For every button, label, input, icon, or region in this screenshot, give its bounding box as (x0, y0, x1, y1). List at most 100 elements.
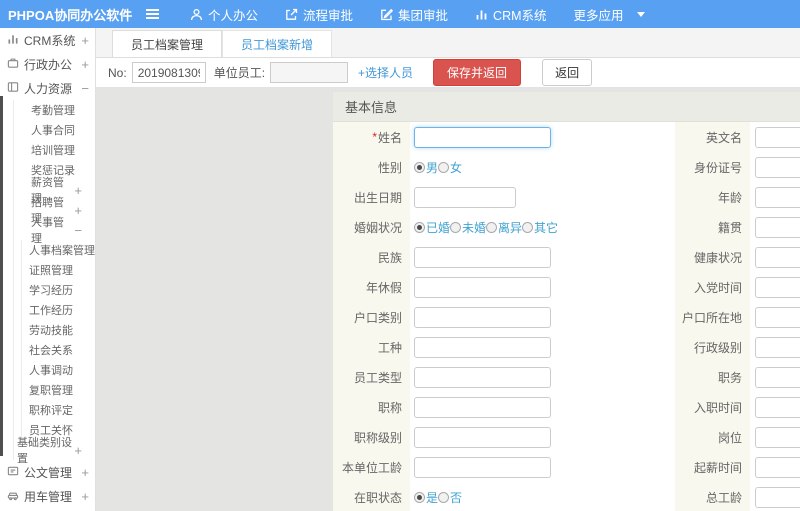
annual-leave-input[interactable] (414, 276, 551, 298)
name-input[interactable] (414, 126, 551, 148)
hr-submenu: 考勤管理 人事合同 培训管理 奖惩记录 薪资管理 + 招聘管理 + 人事管理 − 人事… (13, 100, 95, 465)
hire-date-input[interactable] (755, 396, 800, 418)
birth-date-input[interactable] (414, 186, 516, 208)
sidebar-item-admin-office[interactable]: 行政办公 + (0, 52, 95, 76)
field-label: 职称 (333, 392, 410, 422)
field-label: 年休假 (333, 272, 410, 302)
sidebar-item-transfer[interactable]: 人事调动 (22, 360, 95, 380)
sidebar-item-vehicle[interactable]: 用车管理 + (0, 484, 95, 508)
sidebar-scrollbar[interactable] (0, 96, 3, 456)
radio-yes[interactable] (414, 491, 425, 503)
nav-item-group-approval[interactable]: 集团审批 (380, 5, 448, 24)
tab-employee-archive-mgmt[interactable]: 员工档案管理 (112, 30, 223, 57)
return-button[interactable]: 返回 (542, 59, 593, 86)
radio-female[interactable] (438, 161, 450, 173)
sidebar-item-reinstate[interactable]: 复职管理 (22, 380, 95, 400)
car-icon (7, 489, 24, 504)
select-person-link[interactable]: +选择人员 (358, 64, 413, 81)
field-label: 性别 (333, 152, 410, 182)
expand-icon[interactable]: + (74, 444, 82, 457)
radio-divorced[interactable] (486, 221, 498, 233)
gender-radio-group: 男 女 (410, 152, 675, 182)
marital-radio-group: 已婚 未婚 离异 其它 (410, 212, 675, 242)
radio-unmarried[interactable] (450, 221, 462, 233)
health-status-input[interactable] (755, 246, 800, 268)
company-seniority-input[interactable] (414, 456, 551, 478)
sidebar-item-labor-skill[interactable]: 劳动技能 (22, 320, 95, 340)
native-place-input[interactable] (755, 216, 800, 238)
sidebar-item-personnel-mgmt[interactable]: 人事管理 − (14, 217, 95, 245)
field-label: 起薪时间 (675, 452, 750, 482)
sidebar-item-education[interactable]: 学习经历 (22, 280, 95, 300)
employee-type-input[interactable] (414, 366, 551, 388)
bar-chart-icon (475, 8, 488, 21)
job-title-input[interactable] (414, 396, 551, 418)
sidebar-item-hr-contract[interactable]: 人事合同 (14, 120, 95, 140)
sidebar-item-attendance[interactable]: 考勤管理 (14, 100, 95, 120)
nav-item-crm[interactable]: CRM系统 (475, 5, 547, 24)
field-label: 本单位工龄 (333, 452, 410, 482)
field-label: 工种 (333, 332, 410, 362)
household-type-input[interactable] (414, 306, 551, 328)
hamburger-menu-icon[interactable] (142, 5, 163, 23)
expand-icon[interactable]: + (81, 34, 89, 47)
household-location-input[interactable] (755, 306, 800, 328)
party-join-date-input[interactable] (755, 276, 800, 298)
field-label: 婚姻状况 (333, 212, 410, 242)
field-label: 入党时间 (675, 272, 750, 302)
sidebar-item-hr[interactable]: 人力资源 − (0, 76, 95, 100)
no-input[interactable] (131, 62, 206, 83)
salary-start-date-input[interactable] (755, 456, 800, 478)
unit-employee-label: 单位员工: (213, 66, 266, 80)
id-number-input[interactable] (755, 156, 800, 178)
total-seniority-input[interactable] (755, 486, 800, 508)
save-and-return-button[interactable]: 保存并返回 (433, 59, 522, 86)
radio-other[interactable] (522, 221, 534, 233)
radio-no[interactable] (438, 491, 450, 503)
collapse-icon[interactable]: − (81, 82, 89, 95)
form-row: 职称 入职时间 (333, 392, 800, 422)
employment-status-radio-group: 是 否 (410, 482, 675, 511)
tab-employee-archive-new[interactable]: 员工档案新增 (222, 30, 333, 57)
age-input[interactable] (755, 186, 800, 208)
sidebar-item-personnel-archive[interactable]: 人事档案管理 (22, 240, 95, 260)
sidebar-item-crm[interactable]: CRM系统 + (0, 28, 95, 52)
ethnicity-input[interactable] (414, 246, 551, 268)
top-navbar: PHPOA协同办公软件 个人办公 流程审批 集团审批 CRM系统 更多应用 (0, 0, 800, 28)
english-name-input[interactable] (755, 126, 800, 148)
post-input[interactable] (755, 426, 800, 448)
sidebar-item-certificates[interactable]: 证照管理 (22, 260, 95, 280)
position-input[interactable] (755, 366, 800, 388)
expand-icon[interactable]: + (74, 204, 82, 217)
sidebar-item-training[interactable]: 培训管理 (14, 140, 95, 160)
nav-item-personal-office[interactable]: 个人办公 (190, 5, 258, 24)
admin-level-input[interactable] (755, 336, 800, 358)
field-label: 在职状态 (333, 482, 410, 511)
nav-item-more-apps[interactable]: 更多应用 (574, 5, 645, 24)
field-label: 行政级别 (675, 332, 750, 362)
expand-icon[interactable]: + (81, 58, 89, 71)
document-icon (7, 465, 24, 480)
nav-item-flow-approval[interactable]: 流程审批 (285, 5, 353, 24)
expand-icon[interactable]: + (81, 490, 89, 503)
sidebar-item-base-category[interactable]: 基础类别设置 + (14, 437, 95, 465)
sidebar-item-title-review[interactable]: 职称评定 (22, 400, 95, 420)
form-row: 年休假 入党时间 (333, 272, 800, 302)
unit-employee-input[interactable] (270, 62, 349, 83)
collapse-icon[interactable]: − (74, 224, 82, 237)
field-label: * 姓名 (333, 122, 410, 152)
title-level-input[interactable] (414, 426, 551, 448)
field-label: 出生日期 (333, 182, 410, 212)
sidebar-item-social-relation[interactable]: 社会关系 (22, 340, 95, 360)
radio-married[interactable] (414, 221, 425, 233)
personnel-submenu: 人事档案管理 证照管理 学习经历 工作经历 劳动技能 社会关系 人事调动 复职管… (21, 240, 95, 440)
expand-icon[interactable]: + (81, 466, 89, 479)
sidebar-item-work-history[interactable]: 工作经历 (22, 300, 95, 320)
no-label: No: (108, 65, 127, 80)
radio-male[interactable] (414, 161, 425, 173)
sidebar-item-documents[interactable]: 公文管理 + (0, 460, 95, 484)
expand-icon[interactable]: + (74, 184, 82, 197)
basic-info-panel: 基本信息 * 姓名 英文名 性别 男 女 身份证号 出生日期 年龄 婚姻状况 已… (333, 92, 800, 511)
content-area: 基本信息 * 姓名 英文名 性别 男 女 身份证号 出生日期 年龄 婚姻状况 已… (96, 88, 800, 511)
job-type-input[interactable] (414, 336, 551, 358)
